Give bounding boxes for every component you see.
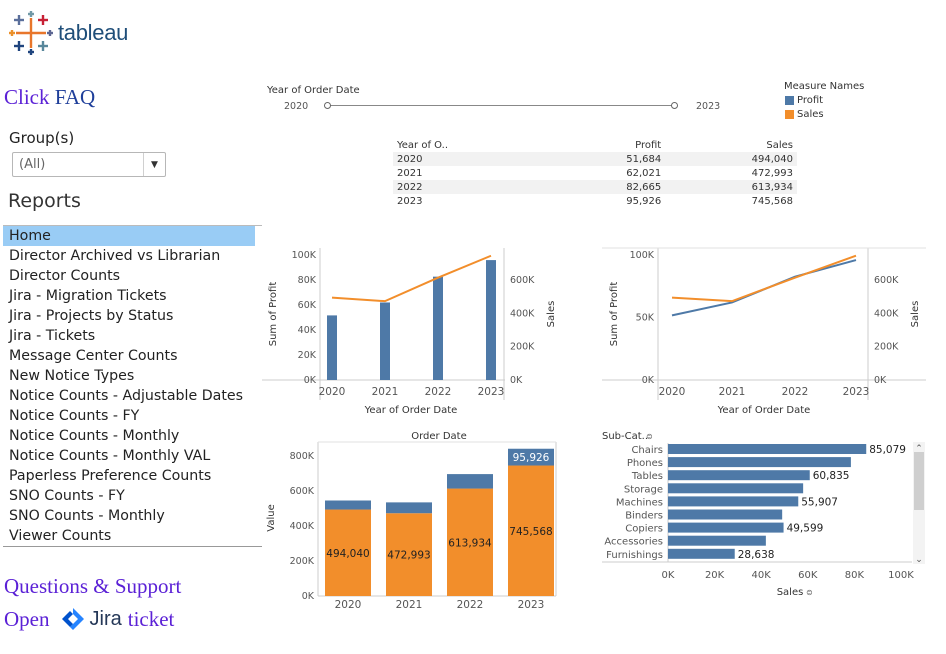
y-category-label: Tables [631,471,663,482]
y-tick-label: 200K [290,556,315,567]
subcategory-bar [668,509,783,520]
scroll-down-icon: ⌄ [915,555,923,565]
y-tick-label: 400K [290,521,315,532]
x-axis-title: Year of Order Date [364,405,458,416]
y-tick-label: 800K [290,451,315,462]
scroll-up-icon: ⌃ [915,444,923,454]
y2-axis-title: Sales [546,301,557,328]
profit-line [671,259,857,317]
x-axis-title: Sales [777,587,804,598]
y-tick-label: 100K [292,250,317,261]
subcategory-bar [668,483,804,494]
x-tick-label: 100K [888,570,914,581]
y-tick-label: 0K [302,591,315,602]
sales-line [671,254,857,303]
y-category-label: Accessories [604,537,663,548]
y-axis-title: Value [266,504,277,531]
y2-axis-title: Sales [910,301,921,328]
bar-value-label: 613,934 [448,537,492,549]
x-tick-label: 2020 [659,386,686,398]
y-tick-label: 50K [636,313,655,324]
scrollbar-thumb [914,452,924,510]
y-tick-label: 60K [298,300,317,311]
x-tick-label: 2023 [518,599,545,611]
y-category-label: Binders [625,511,663,522]
x-tick-label: 0K [662,570,675,581]
x-tick-label: 20K [705,570,725,581]
y-tick-label: 20K [298,350,317,361]
y2-tick-label: 0K [874,375,887,386]
subcategory-bar [668,457,851,468]
x-tick-label: 80K [845,570,865,581]
y-tick-label: 600K [290,486,315,497]
y-category-label: Chairs [631,445,663,456]
x-tick-label: 2020 [335,599,362,611]
subcategory-bar [668,496,799,507]
profit-bar-segment [386,502,432,514]
y-axis-title: Sum of Profit [268,282,279,347]
x-tick-label: 60K [798,570,818,581]
sales-line [331,254,492,303]
chart-profit-sales-lines[interactable]: 0K 50K 100K 0K 200K 400K 600K 2020 2021 2022 2023 Y… [602,247,926,416]
subcategory-bar [668,522,784,533]
subcategory-bar [668,444,867,454]
y-category-label: Furnishings [606,550,663,561]
x-tick-label: 2022 [457,599,484,611]
x-tick-label: 2023 [478,386,505,398]
bar-top-value-label: 95,926 [513,452,550,464]
profit-bar-segment [325,500,371,510]
sort-icon: ⊜ [806,588,813,597]
y2-tick-label: 0K [510,375,523,386]
bar-value-label: 49,599 [787,523,824,535]
y-axis-title: Sum of Profit [609,282,620,347]
bar-value-label: 494,040 [326,548,369,560]
bar-value-label: 55,907 [801,496,838,508]
y-category-label: Phones [627,458,663,469]
x-axis-title: Year of Order Date [717,405,811,416]
y-tick-label: 100K [630,250,655,261]
x-tick-label: 2021 [372,386,399,398]
bar-value-label: 60,835 [813,470,850,482]
bar-value-label: 85,079 [869,444,906,456]
subcategory-bar [668,535,766,546]
y-category-label: Copiers [625,524,663,535]
profit-bar [327,315,337,380]
profit-bar [433,276,443,380]
row-header: Sub-Cat.. [602,431,648,442]
chart-title: Order Date [411,431,467,442]
y-tick-label: 40K [298,325,317,336]
charts-canvas: 0K 20K 40K 60K 80K 100K 0K 200K 400K 600K 2020 2021… [262,247,926,611]
bar-value-label: 745,568 [509,526,552,538]
y2-tick-label: 400K [874,308,899,319]
bar-value-label: 28,638 [738,549,775,561]
x-tick-label: 2022 [782,386,809,398]
y-tick-label: 0K [642,375,655,386]
chart-subcategory-sales[interactable]: Sub-Cat..⊜Chairs 85,079PhonesTables 60,835… [602,431,925,598]
x-tick-label: 2022 [425,386,452,398]
subcategory-bar [668,548,735,559]
profit-bar [380,302,390,380]
sort-icon: ⊜ [646,432,653,441]
y-tick-label: 0K [304,375,317,386]
y-category-label: Storage [624,484,663,495]
x-tick-label: 2023 [843,386,870,398]
y2-tick-label: 200K [874,342,899,353]
x-tick-label: 2020 [319,386,346,398]
x-tick-label: 2021 [719,386,746,398]
subcategory-bar [668,470,810,481]
y-tick-label: 80K [298,275,317,286]
profit-bar-segment [447,474,493,489]
y2-tick-label: 400K [510,308,535,319]
chart-profit-bars-sales-line[interactable]: 0K 20K 40K 60K 80K 100K 0K 200K 400K 600K 2020 2021… [262,248,557,416]
y-category-label: Machines [616,497,663,508]
x-tick-label: 2021 [396,599,423,611]
chart-stacked-order-date[interactable]: Order Date 0K 200K 400K 600K 800K 494,040 472,9… [266,431,557,611]
y2-tick-label: 600K [874,275,899,286]
y2-tick-label: 600K [510,275,535,286]
bar-value-label: 472,993 [387,550,430,562]
x-tick-label: 40K [752,570,772,581]
y2-tick-label: 200K [510,342,535,353]
profit-bar [486,260,496,380]
